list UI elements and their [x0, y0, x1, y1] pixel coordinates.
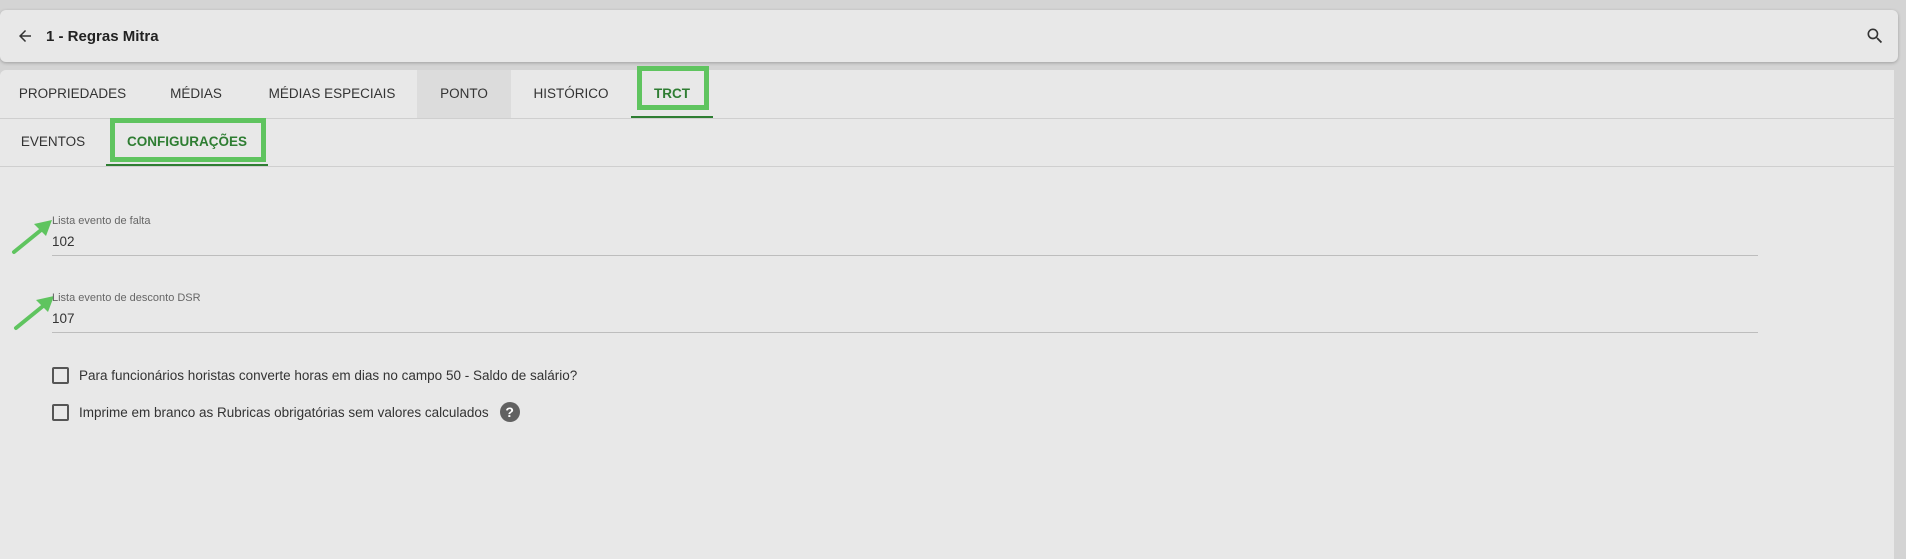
checkbox-label-horistas: Para funcionários horistas converte hora… [79, 368, 578, 383]
back-arrow-icon[interactable] [14, 25, 36, 47]
checkbox-row-horistas[interactable]: Para funcionários horistas converte hora… [52, 367, 577, 384]
search-icon[interactable] [1864, 25, 1886, 47]
tab-propriedades[interactable]: PROPRIEDADES [0, 70, 145, 118]
app-bar: 1 - Regras Mitra [0, 10, 1898, 62]
scrollbar-track[interactable] [1894, 70, 1900, 559]
input-lista-evento-falta[interactable]: 102 [52, 234, 1758, 256]
field-lista-evento-falta[interactable]: Lista evento de falta 102 [52, 215, 1758, 256]
input-lista-evento-dsr[interactable]: 107 [52, 311, 1758, 333]
tab-eventos[interactable]: EVENTOS [0, 118, 106, 166]
page: 1 - Regras Mitra PROPRIEDADES MÉDIAS MÉD… [0, 0, 1906, 559]
tab-medias-especiais[interactable]: MÉDIAS ESPECIAIS [247, 70, 417, 118]
tab-ponto[interactable]: PONTO [417, 70, 511, 118]
help-icon[interactable]: ? [499, 402, 520, 422]
page-title: 1 - Regras Mitra [46, 27, 159, 45]
checkbox-label-rubricas: Imprime em branco as Rubricas obrigatóri… [79, 404, 489, 420]
checkbox-row-rubricas[interactable]: Imprime em branco as Rubricas obrigatóri… [52, 402, 520, 422]
main-tabs: PROPRIEDADES MÉDIAS MÉDIAS ESPECIAIS PON… [0, 66, 1900, 119]
tab-trct-label: TRCT [654, 86, 690, 101]
annotation-arrow-icon [12, 220, 52, 254]
tab-historico[interactable]: HISTÓRICO [511, 70, 631, 118]
sub-tabs: EVENTOS CONFIGURAÇÕES [0, 118, 1900, 167]
tab-configuracoes[interactable]: CONFIGURAÇÕES [106, 118, 268, 166]
checkbox-rubricas[interactable] [52, 403, 69, 421]
field-label-dsr: Lista evento de desconto DSR [52, 292, 201, 304]
tab-medias[interactable]: MÉDIAS [145, 70, 247, 118]
main-card: PROPRIEDADES MÉDIAS MÉDIAS ESPECIAIS PON… [0, 66, 1900, 559]
field-label-falta: Lista evento de falta [52, 215, 151, 227]
checkbox-horistas[interactable] [52, 367, 69, 384]
tab-trct[interactable]: TRCT [631, 70, 713, 118]
tab-configuracoes-underline [106, 164, 268, 166]
tab-configuracoes-label: CONFIGURAÇÕES [126, 134, 247, 149]
field-lista-evento-dsr[interactable]: Lista evento de desconto DSR 107 [52, 292, 1758, 333]
